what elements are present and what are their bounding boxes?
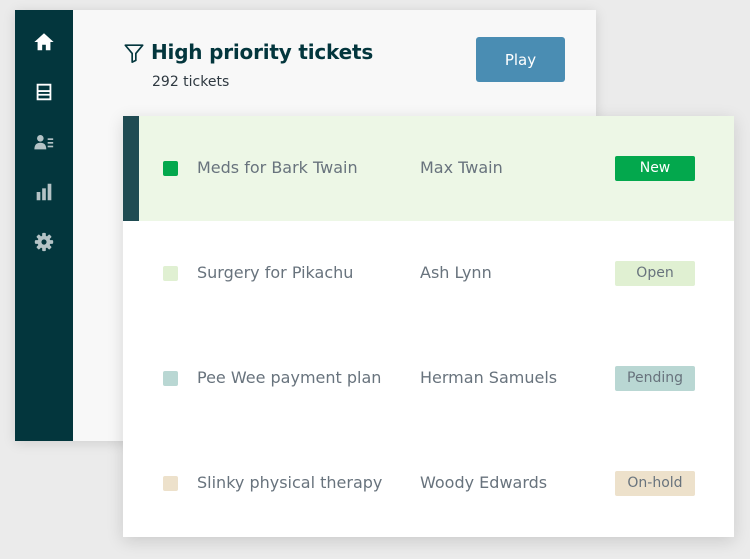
ticket-subject: Surgery for Pikachu: [197, 263, 354, 282]
status-color-square: [163, 371, 178, 386]
views-icon: [36, 83, 52, 101]
play-button[interactable]: Play: [476, 37, 565, 82]
status-color-square: [163, 476, 178, 491]
status-badge: New: [615, 156, 695, 181]
status-color-square: [163, 266, 178, 281]
customers-icon: [34, 135, 54, 150]
ticket-requester: Max Twain: [420, 158, 503, 177]
ticket-subject: Meds for Bark Twain: [197, 158, 358, 177]
ticket-requester: Ash Lynn: [420, 263, 492, 282]
home-icon: [34, 33, 54, 51]
ticket-count: 292 tickets: [152, 74, 230, 90]
sidebar-item-customers[interactable]: [32, 130, 56, 154]
status-badge: Pending: [615, 366, 695, 391]
ticket-row[interactable]: Slinky physical therapy Woody Edwards On…: [123, 431, 734, 536]
sidebar-item-home[interactable]: [32, 30, 56, 54]
view-title: High priority tickets: [151, 40, 374, 64]
sidebar-item-settings[interactable]: [32, 230, 56, 254]
filter-icon: [124, 44, 144, 63]
ticket-list: Meds for Bark Twain Max Twain New Surger…: [123, 116, 734, 537]
ticket-requester: Herman Samuels: [420, 368, 558, 387]
ticket-row[interactable]: Pee Wee payment plan Herman Samuels Pend…: [123, 326, 734, 431]
ticket-row[interactable]: Meds for Bark Twain Max Twain New: [123, 116, 734, 221]
ticket-subject: Pee Wee payment plan: [197, 368, 382, 387]
reporting-icon: [36, 183, 52, 201]
sidebar-item-views[interactable]: [32, 80, 56, 104]
ticket-subject: Slinky physical therapy: [197, 473, 383, 492]
selected-row-indicator: [123, 116, 139, 221]
ticket-row[interactable]: Surgery for Pikachu Ash Lynn Open: [123, 221, 734, 326]
settings-icon: [34, 232, 54, 252]
status-badge: On-hold: [615, 471, 695, 496]
status-color-square: [163, 161, 178, 176]
sidebar-nav: [15, 10, 73, 441]
ticket-requester: Woody Edwards: [420, 473, 548, 492]
sidebar-item-reporting[interactable]: [32, 180, 56, 204]
status-badge: Open: [615, 261, 695, 286]
